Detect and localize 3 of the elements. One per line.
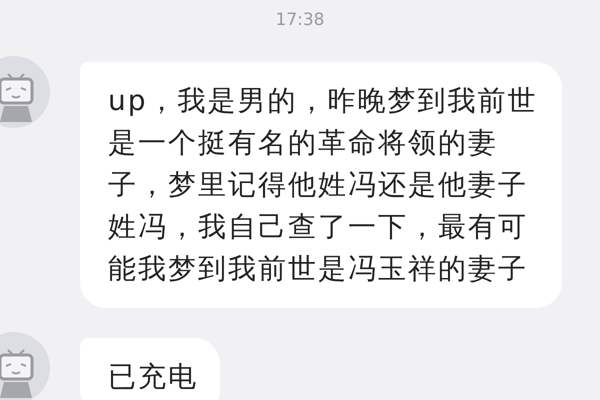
message-bubble: up，我是男的，昨晚梦到我前世是一个挺有名的革命将领的妻子，梦里记得他姓冯还是他妻子姓冯，我自己查了一下，最有可能我梦到我前世是冯玉祥的妻子 [80, 62, 562, 308]
message-bubble: 已充电 [80, 338, 220, 400]
message-time: 17:38 [276, 10, 324, 30]
